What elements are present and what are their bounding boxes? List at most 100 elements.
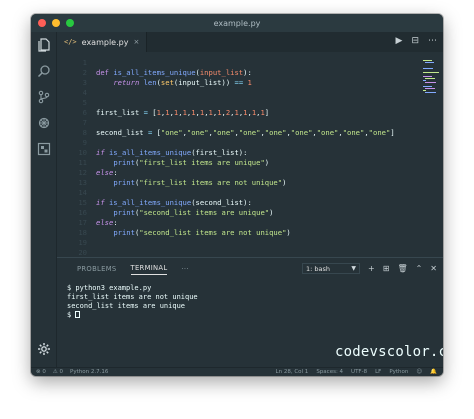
- code-line[interactable]: 14: [57, 188, 417, 198]
- code-line[interactable]: 18 print("second_list items are not uniq…: [57, 228, 417, 238]
- tab-label: example.py: [81, 37, 129, 47]
- source-control-icon[interactable]: [37, 90, 51, 104]
- title-bar: example.py: [31, 14, 443, 32]
- debug-icon[interactable]: [37, 116, 51, 130]
- minimap-line: [423, 80, 426, 81]
- indentation[interactable]: Spaces: 4: [316, 369, 343, 375]
- code-line[interactable]: 11 print("first_list items are unique"): [57, 158, 417, 168]
- trash-icon[interactable]: 🗑: [397, 264, 407, 274]
- chevron-down-icon: ▼: [351, 265, 357, 272]
- code-line[interactable]: 8 second_list = ["one","one","one","one",…: [57, 128, 417, 138]
- window-controls: [38, 19, 74, 27]
- line-number: 18: [78, 228, 87, 237]
- line-number: 20: [78, 248, 87, 257]
- explorer-icon[interactable]: [37, 38, 51, 52]
- code-line[interactable]: 16 print("second_list items are unique"): [57, 208, 417, 218]
- line-ending[interactable]: LF: [375, 369, 381, 375]
- tab-problems[interactable]: PROBLEMS: [77, 265, 117, 275]
- line-number: 4: [82, 88, 87, 97]
- terminal-line: first_list items are not unique: [67, 293, 198, 301]
- search-icon[interactable]: [37, 64, 51, 78]
- code-line[interactable]: 4: [57, 88, 417, 98]
- terminal-cursor: [75, 311, 81, 318]
- new-terminal-icon[interactable]: +: [368, 264, 375, 274]
- cursor-position[interactable]: Ln 28, Col 1: [276, 369, 309, 375]
- feedback-icon[interactable]: ☺: [416, 369, 422, 375]
- line-number: 7: [82, 118, 87, 127]
- window-title: example.py: [213, 18, 261, 28]
- minimap-line: [423, 68, 433, 69]
- close-window-button[interactable]: [38, 19, 46, 27]
- code-text: if is_all_items_unique(first_list):: [96, 148, 248, 157]
- code-line[interactable]: 5: [57, 98, 417, 108]
- minimap-line: [425, 62, 434, 63]
- code-text: print("first_list items are unique"): [113, 158, 270, 167]
- minimap-line: [425, 88, 436, 89]
- code-line[interactable]: 13 print("first_list items are not uniqu…: [57, 178, 417, 188]
- code-line[interactable]: 15 if is_all_items_unique(second_list):: [57, 198, 417, 208]
- shell-select-value: 1: bash: [306, 265, 331, 273]
- code-line[interactable]: 17 else:: [57, 218, 417, 228]
- notifications-bell-icon[interactable]: 🔔: [430, 369, 437, 375]
- terminal-output[interactable]: $ python3 example.py first_list items ar…: [67, 284, 198, 320]
- code-text: print("second_list items are not unique"…: [113, 228, 291, 237]
- code-text: else:: [96, 168, 118, 177]
- terminal-prompt: $: [67, 311, 76, 319]
- code-line[interactable]: 9: [57, 138, 417, 148]
- code-line[interactable]: 2 def is_all_items_unique(input_list):: [57, 68, 417, 78]
- settings-gear-icon[interactable]: [37, 342, 51, 356]
- maximize-window-button[interactable]: [66, 19, 74, 27]
- tab-terminal[interactable]: TERMINAL: [130, 264, 168, 275]
- extensions-icon[interactable]: [37, 142, 51, 156]
- code-text: def is_all_items_unique(input_list):: [96, 68, 252, 77]
- editor-actions: ▶ ⊟ ⋯: [396, 36, 437, 47]
- code-line[interactable]: 1: [57, 58, 417, 68]
- panel-tabs: PROBLEMS TERMINAL ···: [77, 264, 189, 275]
- minimap-line: [423, 60, 432, 61]
- line-number: 9: [82, 138, 87, 147]
- code-line[interactable]: 19: [57, 238, 417, 248]
- split-editor-icon[interactable]: ⊟: [411, 36, 419, 47]
- split-terminal-icon[interactable]: ⊞: [383, 264, 390, 274]
- maximize-panel-icon[interactable]: ⌃: [416, 264, 423, 274]
- code-line[interactable]: 12 else:: [57, 168, 417, 178]
- tab-close-icon[interactable]: ×: [133, 38, 139, 46]
- code-text: print("second_list items are unique"): [113, 208, 274, 217]
- code-line[interactable]: 3 return len(set(input_list)) == 1: [57, 78, 417, 88]
- code-text: else:: [96, 218, 118, 227]
- code-editor[interactable]: 1 2 def is_all_items_unique(input_list): 3 …: [57, 52, 417, 257]
- minimap-line: [423, 86, 432, 87]
- code-line[interactable]: 20: [57, 248, 417, 257]
- python-file-icon: </>: [64, 38, 77, 46]
- terminal-shell-select[interactable]: 1: bash ▼: [302, 263, 361, 274]
- warnings-count[interactable]: ⚠ 0: [53, 369, 63, 375]
- language-mode[interactable]: Python: [389, 369, 408, 375]
- code-text: second_list = ["one","one","one","one","…: [96, 128, 395, 137]
- more-actions-icon[interactable]: ⋯: [428, 36, 437, 47]
- panel-more-icon[interactable]: ···: [181, 265, 188, 275]
- code-line[interactable]: 10 if is_all_items_unique(first_list):: [57, 148, 417, 158]
- code-text: return len(set(input_list)) == 1: [113, 78, 252, 87]
- status-bar: ⊗ 0 ⚠ 0 Python 2.7.16 Ln 28, Col 1 Space…: [31, 367, 443, 376]
- encoding[interactable]: UTF-8: [351, 369, 367, 375]
- errors-count[interactable]: ⊗ 0: [36, 369, 46, 375]
- python-interpreter[interactable]: Python 2.7.16: [70, 369, 108, 375]
- terminal-line: second_list items are unique: [67, 302, 186, 310]
- bottom-panel: PROBLEMS TERMINAL ··· 1: bash ▼ + ⊞ 🗑 ⌃ …: [57, 257, 443, 367]
- code-line[interactable]: 7: [57, 118, 417, 128]
- code-text: if is_all_items_unique(second_list):: [96, 198, 252, 207]
- run-icon[interactable]: ▶: [396, 36, 403, 47]
- close-panel-icon[interactable]: ✕: [430, 264, 437, 274]
- minimize-window-button[interactable]: [52, 19, 60, 27]
- line-number: 2: [82, 68, 87, 77]
- minimap-line: [425, 92, 437, 93]
- tab-example-py[interactable]: </> example.py ×: [57, 32, 148, 52]
- activity-bar: [31, 32, 57, 367]
- minimap[interactable]: [423, 58, 439, 98]
- vscode-window: example.py </> example.py × ▶ ⊟ ⋯ 1 2 de…: [31, 14, 443, 376]
- code-line[interactable]: 6 first_list = [1,1,1,1,1,1,1,1,2,1,1,1,1…: [57, 108, 417, 118]
- line-number: 17: [78, 218, 87, 227]
- line-number: 16: [78, 208, 87, 217]
- code-text: print("first_list items are not unique"): [113, 178, 287, 187]
- code-text: first_list = [1,1,1,1,1,1,1,1,2,1,1,1,1]: [96, 108, 270, 117]
